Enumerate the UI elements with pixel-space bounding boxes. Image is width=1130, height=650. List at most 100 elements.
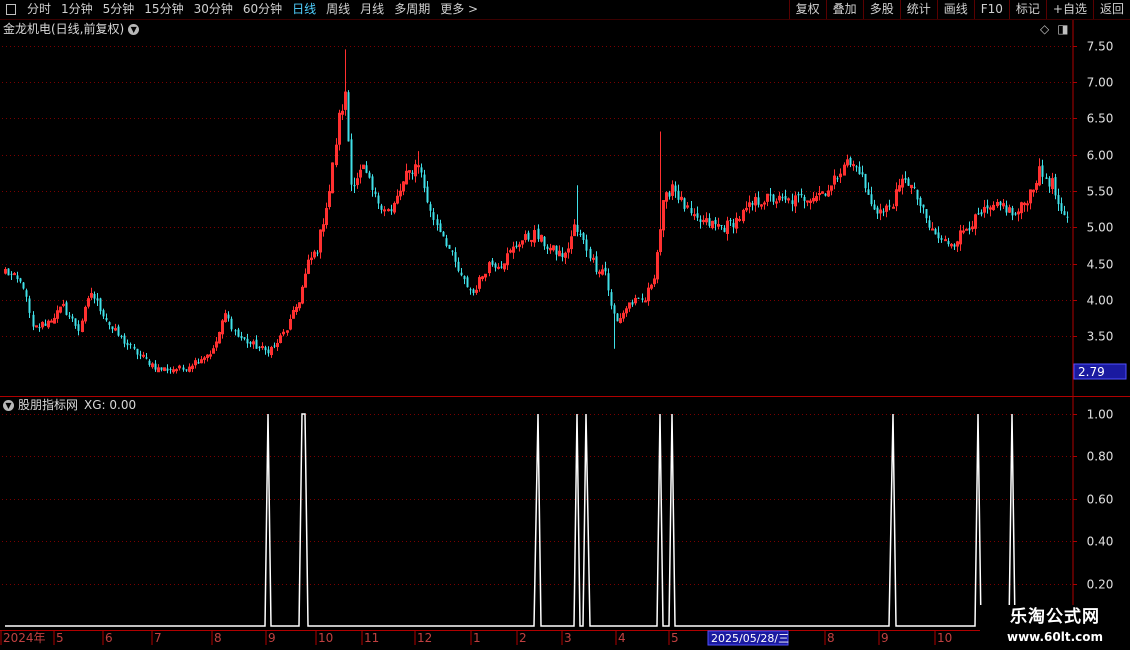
candle [182, 364, 185, 372]
candle [585, 234, 588, 258]
candle [44, 319, 47, 326]
candle-body [491, 260, 494, 265]
date-label: 2 [519, 631, 527, 645]
candle [631, 299, 634, 307]
candle-body [96, 298, 99, 301]
candle [867, 182, 870, 195]
candle [907, 177, 910, 187]
candle [686, 201, 689, 209]
candle-body [800, 193, 803, 196]
candle [142, 351, 145, 359]
candle [1005, 200, 1008, 216]
candle [647, 282, 650, 306]
candle [778, 191, 781, 203]
candle [420, 163, 423, 178]
candle [1063, 205, 1066, 216]
indicator-scale-label: 1.00 [1087, 408, 1114, 422]
candle [604, 261, 607, 276]
candle-body [530, 239, 533, 242]
candle-body [852, 164, 855, 167]
candle-body [696, 213, 699, 218]
candle [552, 245, 555, 252]
candle-body [120, 335, 123, 337]
candle [1057, 188, 1060, 211]
price-label: 3.50 [1087, 330, 1114, 344]
candle [129, 342, 132, 349]
candle-body [22, 282, 25, 289]
candle [677, 184, 680, 204]
candle [524, 230, 527, 243]
candle-body [261, 346, 264, 349]
candle-body [546, 246, 549, 249]
candle [763, 200, 766, 210]
candle-body [230, 318, 233, 330]
candle [849, 156, 852, 168]
candle-body [117, 326, 120, 336]
candle [888, 199, 891, 211]
candle-body [243, 337, 246, 339]
candle-body [93, 294, 96, 299]
candle [16, 271, 19, 283]
candle [1032, 189, 1035, 197]
chart-canvas[interactable]: 7.507.006.506.005.505.004.504.003.503.00… [0, 0, 1130, 650]
candle-body [28, 298, 31, 313]
candle-body [931, 228, 934, 231]
candle [904, 171, 907, 184]
candle [469, 287, 472, 295]
candle-body [836, 178, 839, 180]
candle-body [460, 272, 463, 276]
candle [28, 295, 31, 318]
candle-body [108, 322, 111, 325]
candle-body [999, 201, 1002, 206]
candle [166, 364, 169, 374]
candle [96, 293, 99, 307]
candle [732, 218, 735, 234]
candle [126, 339, 129, 350]
candle [145, 352, 148, 360]
candle [282, 328, 285, 337]
candle [855, 165, 858, 172]
candle-body [1011, 208, 1014, 216]
candle [255, 335, 258, 349]
candle [824, 193, 827, 197]
candle [7, 268, 10, 276]
candle [206, 354, 209, 362]
candle-body [102, 310, 105, 317]
candle-body [876, 207, 879, 214]
candle [298, 302, 301, 311]
grid-lines [0, 20, 1130, 631]
candle-body [227, 314, 230, 319]
candle [472, 288, 475, 296]
candle-body [904, 178, 907, 180]
candle-body [463, 276, 466, 280]
candle-body [690, 208, 693, 214]
candle [267, 346, 270, 357]
candle-body [916, 189, 919, 200]
candle [93, 291, 96, 304]
candle [264, 345, 267, 355]
candle [748, 195, 751, 214]
candle [944, 235, 947, 242]
candle [402, 181, 405, 196]
candle-body [867, 189, 870, 195]
candle [579, 229, 582, 238]
candle [702, 215, 705, 225]
candle [947, 237, 950, 247]
candle [335, 138, 338, 168]
candle-body [732, 222, 735, 228]
date-label: 9 [268, 631, 276, 645]
candle [671, 180, 674, 201]
candle [781, 193, 784, 202]
candle [613, 303, 616, 349]
candle [919, 196, 922, 213]
candle [916, 189, 919, 206]
candle-body [255, 339, 258, 349]
candle [821, 191, 824, 194]
date-label: 1 [473, 631, 481, 645]
candle [38, 323, 41, 332]
candle [1045, 173, 1048, 180]
candle-body [68, 315, 71, 317]
candle-body [720, 225, 723, 227]
candle [136, 348, 139, 360]
candle-body [683, 198, 686, 209]
